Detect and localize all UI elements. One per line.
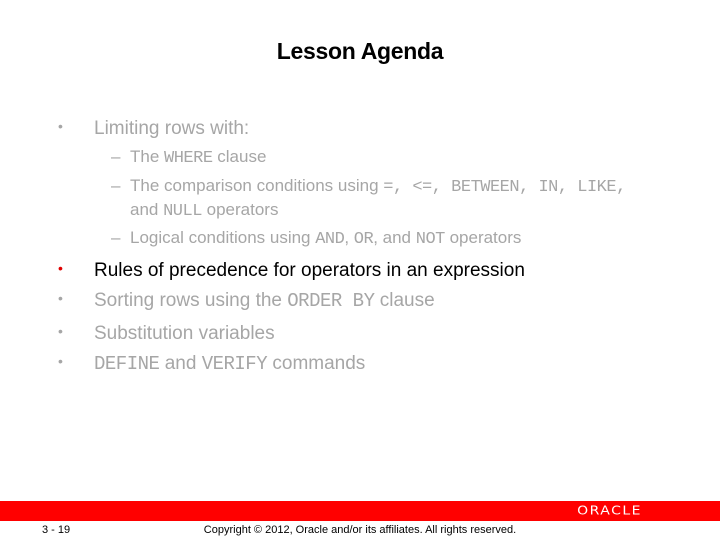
sub-item-text: clause <box>212 147 267 166</box>
dash-icon: – <box>111 228 121 247</box>
copyright-text: Copyright © 2012, Oracle and/or its affi… <box>0 524 720 536</box>
code-operators: =, <=, BETWEEN, IN, LIKE, <box>383 178 626 197</box>
code-where: WHERE <box>164 149 213 168</box>
sub-item-text: operators <box>201 200 279 219</box>
slide-title: Lesson Agenda <box>276 38 444 64</box>
code-or: OR <box>353 230 374 249</box>
agenda-item-text: Substitution variables <box>94 323 275 344</box>
code-verify: VERIFY <box>201 353 268 375</box>
oracle-logo: ORACLE <box>577 503 642 519</box>
bullet-icon: • <box>58 260 63 276</box>
footer-bar: ORACLE <box>0 501 720 521</box>
code-null: NULL <box>163 202 202 221</box>
code-order-by: ORDER BY <box>287 290 375 312</box>
sub-item-text: The comparison conditions using <box>130 176 384 195</box>
agenda-item-text: and <box>159 353 202 374</box>
agenda-item-text: Sorting rows using the <box>94 290 288 311</box>
code-not: NOT <box>415 230 446 249</box>
sub-item-text: The <box>130 147 165 166</box>
sub-item-text: operators <box>444 228 522 247</box>
agenda-item-text: commands <box>267 353 366 374</box>
bullet-icon: • <box>58 323 63 339</box>
sub-item-text: , <box>344 228 354 247</box>
agenda-item-text: Rules of precedence for operators in an … <box>94 260 525 281</box>
agenda-item-text: Limiting rows with: <box>94 118 250 139</box>
sub-item-text: Logical conditions using <box>130 228 316 247</box>
copyright-label: Copyright © 2012, Oracle and/or its affi… <box>203 524 517 536</box>
code-define: DEFINE <box>94 353 160 375</box>
bullet-icon: • <box>58 353 63 369</box>
sub-item-text: and <box>130 200 164 219</box>
dash-icon: – <box>111 176 121 195</box>
agenda-item-text: clause <box>374 290 435 311</box>
bullet-icon: • <box>58 290 63 306</box>
code-and: AND <box>315 230 345 249</box>
bullet-icon: • <box>58 118 63 134</box>
sub-item-text: , and <box>373 228 416 247</box>
dash-icon: – <box>111 147 121 166</box>
